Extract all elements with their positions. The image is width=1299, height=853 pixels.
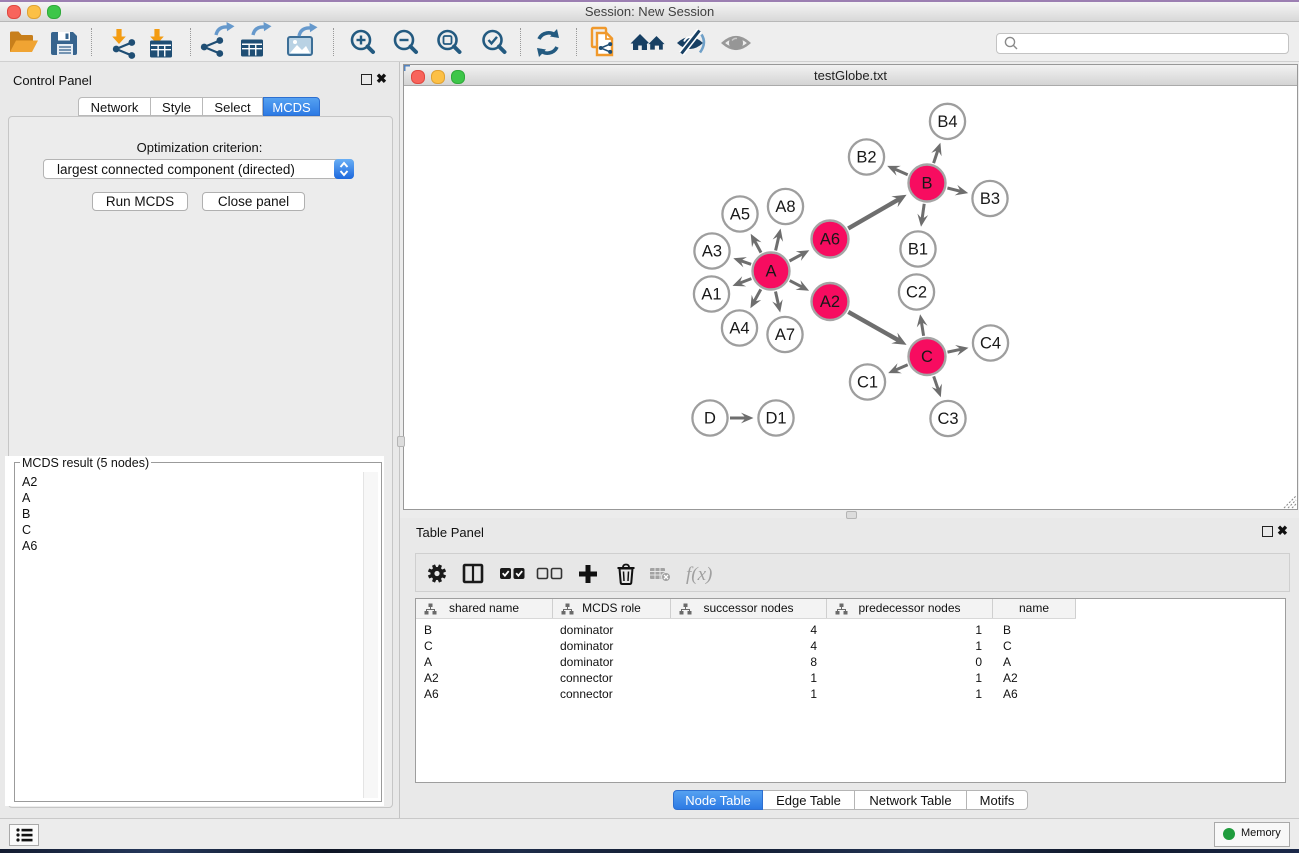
svg-text:A: A bbox=[765, 263, 776, 281]
svg-text:B3: B3 bbox=[980, 190, 1000, 208]
svg-text:A6: A6 bbox=[820, 231, 840, 249]
svg-text:D1: D1 bbox=[765, 410, 786, 428]
svg-text:C1: C1 bbox=[857, 374, 878, 392]
svg-text:C: C bbox=[921, 348, 933, 366]
svg-text:B: B bbox=[921, 175, 932, 193]
svg-text:A7: A7 bbox=[775, 326, 795, 344]
svg-text:C2: C2 bbox=[906, 284, 927, 302]
svg-text:A1: A1 bbox=[701, 286, 721, 304]
svg-text:A2: A2 bbox=[820, 293, 840, 311]
svg-text:B4: B4 bbox=[937, 113, 957, 131]
svg-text:C4: C4 bbox=[980, 335, 1001, 353]
svg-text:A4: A4 bbox=[729, 320, 749, 338]
svg-text:B2: B2 bbox=[856, 149, 876, 167]
svg-text:f(x): f(x) bbox=[686, 564, 712, 585]
svg-text:A5: A5 bbox=[730, 206, 750, 224]
svg-text:B1: B1 bbox=[908, 241, 928, 259]
svg-text:A3: A3 bbox=[702, 243, 722, 261]
svg-text:C3: C3 bbox=[937, 410, 958, 428]
svg-text:A8: A8 bbox=[775, 198, 795, 216]
svg-text:D: D bbox=[704, 410, 716, 428]
